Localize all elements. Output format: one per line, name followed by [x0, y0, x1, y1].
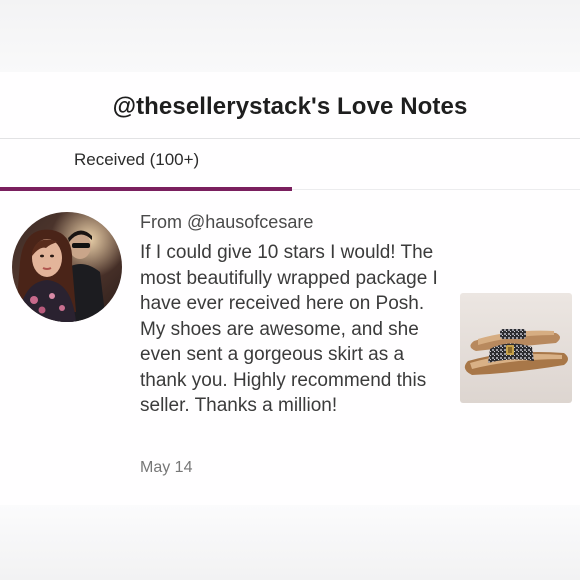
- avatar-photo-icon: [12, 212, 122, 322]
- page-header: @thesellerystack's Love Notes: [0, 72, 580, 139]
- love-notes-card: @thesellerystack's Love Notes Received (…: [0, 72, 580, 505]
- listing-thumbnail[interactable]: [460, 293, 572, 403]
- note-date: May 14: [140, 459, 193, 476]
- tab-bar: Received (100+): [0, 139, 580, 191]
- page-title: @thesellerystack's Love Notes: [112, 93, 468, 120]
- tab-received-label: Received (100+): [74, 150, 200, 169]
- top-background: [0, 0, 580, 72]
- love-note: From @hausofcesare If I could give 10 st…: [0, 190, 580, 490]
- sandal-photo-icon: [460, 293, 572, 403]
- bottom-background: [0, 505, 580, 580]
- note-message: If I could give 10 stars I would! The mo…: [140, 242, 438, 416]
- note-sender[interactable]: From @hausofcesare: [140, 212, 313, 233]
- tab-received[interactable]: Received (100+): [0, 139, 292, 191]
- user-avatar-photo[interactable]: [12, 212, 122, 322]
